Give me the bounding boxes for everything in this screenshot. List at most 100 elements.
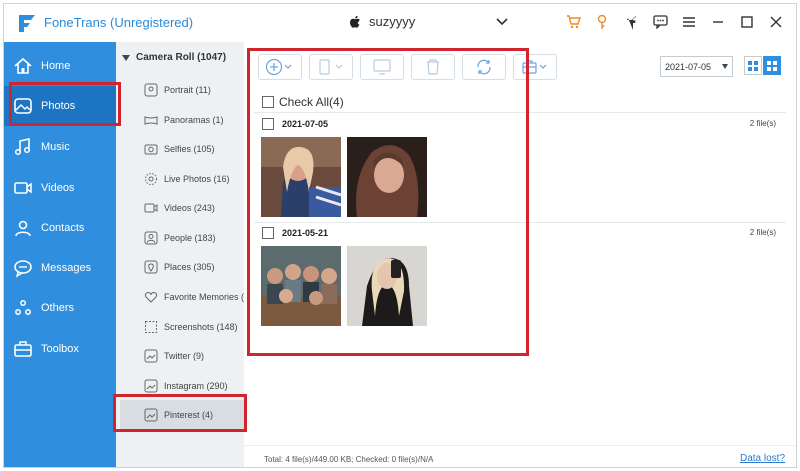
main-sidebar: Home Photos Music Videos Contacts Messag… [4, 42, 116, 467]
chat-icon[interactable] [652, 13, 668, 31]
album-item-places[interactable]: Places (305) [120, 252, 244, 281]
album-item-screenshots[interactable]: Screenshots (148) [120, 312, 244, 341]
album-photo-icon [144, 349, 158, 362]
menu-icon[interactable] [681, 13, 697, 31]
group-checkbox[interactable] [262, 118, 274, 130]
export-to-pc-button[interactable] [360, 54, 404, 80]
date-filter-select[interactable]: 2021-07-05 [660, 56, 733, 77]
grid-large-icon [767, 60, 777, 71]
album-group-header[interactable]: Camera Roll (1047) [122, 52, 226, 63]
album-item-live-photos[interactable]: Live Photos (16) [120, 164, 244, 193]
album-label: Videos (243) [164, 202, 215, 213]
window-controls [565, 13, 784, 31]
add-icon [265, 58, 292, 76]
minimize-icon[interactable] [710, 13, 726, 31]
group-date: 2021-05-21 [282, 228, 329, 238]
check-all-checkbox[interactable] [262, 96, 274, 108]
nav-item-home[interactable]: Home [4, 46, 116, 86]
album-item-twitter[interactable]: Twitter (9) [120, 341, 244, 370]
data-lost-link[interactable]: Data lost? [740, 453, 785, 464]
nav-item-music[interactable]: Music [4, 127, 116, 167]
large-grid-view-button[interactable] [763, 56, 781, 75]
places-icon [144, 260, 158, 273]
refresh-icon [477, 59, 491, 75]
photo-image [261, 137, 341, 217]
export-pc-icon [373, 59, 391, 75]
album-label: People (183) [164, 232, 216, 243]
chevron-down-icon[interactable] [496, 17, 508, 27]
photo-thumbnail[interactable] [261, 137, 341, 217]
grid-small-icon [748, 60, 758, 71]
nav-item-contacts[interactable]: Contacts [4, 208, 116, 248]
group-checkbox[interactable] [262, 227, 274, 239]
nav-item-toolbox[interactable]: Toolbox [4, 329, 116, 369]
toolbox-icon [14, 341, 32, 357]
nav-item-photos[interactable]: Photos [4, 86, 116, 126]
trash-icon [427, 59, 439, 75]
messages-icon [14, 260, 32, 278]
action-toolbar [258, 54, 557, 80]
nav-label: Home [41, 60, 71, 72]
photo-thumbnail[interactable] [347, 137, 427, 217]
album-photo-icon [144, 379, 158, 392]
album-label: Selfies (105) [164, 143, 215, 154]
maximize-icon[interactable] [739, 13, 755, 31]
home-icon [14, 57, 32, 74]
photos-icon [14, 98, 32, 114]
contacts-icon [15, 220, 31, 237]
date-filter-value: 2021-07-05 [665, 61, 712, 72]
divider [254, 222, 786, 223]
device-name: suzyyyy [369, 14, 416, 29]
nav-item-messages[interactable]: Messages [4, 248, 116, 288]
status-text: Total: 4 file(s)/449.00 KB; Checked: 0 f… [264, 455, 434, 464]
panorama-icon [144, 115, 158, 125]
status-divider [244, 445, 796, 446]
group-file-count: 2 file(s) [749, 119, 776, 128]
heart-icon [144, 291, 158, 303]
album-item-favorite-memories[interactable]: Favorite Memories (... [120, 282, 252, 311]
export-to-device-button[interactable] [309, 54, 353, 80]
album-item-selfies[interactable]: Selfies (105) [120, 134, 244, 163]
album-item-videos[interactable]: Videos (243) [120, 193, 244, 222]
album-item-portrait[interactable]: Portrait (11) [120, 75, 244, 104]
album-item-people[interactable]: People (183) [120, 223, 244, 252]
check-all[interactable]: Check All(4) [262, 95, 344, 109]
album-list: Camera Roll (1047) Portrait (11) Panoram… [116, 42, 252, 467]
toolbox-button[interactable] [513, 54, 557, 80]
device-selector[interactable]: suzyyyy [349, 14, 415, 29]
nav-label: Messages [41, 262, 92, 274]
nav-item-others[interactable]: Others [4, 288, 116, 328]
delete-button[interactable] [411, 54, 455, 80]
nav-item-videos[interactable]: Videos [4, 168, 116, 208]
key-icon[interactable] [594, 13, 610, 31]
album-label: Live Photos (16) [164, 173, 230, 184]
cart-icon[interactable] [565, 13, 581, 31]
photo-thumbnail[interactable] [347, 246, 427, 326]
album-item-pinterest[interactable]: Pinterest (4) [120, 400, 244, 429]
photo-thumbnail[interactable] [261, 246, 341, 326]
nav-label: Others [41, 302, 75, 314]
close-icon[interactable] [768, 13, 784, 31]
album-item-instagram[interactable]: Instagram (290) [120, 371, 244, 400]
album-label: Places (305) [164, 261, 215, 272]
nav-label: Videos [41, 182, 75, 194]
add-button[interactable] [258, 54, 302, 80]
fonetrans-logo-icon [19, 15, 35, 32]
app-window: FoneTrans (Unregistered) suzyyyy Home Ph… [3, 3, 797, 468]
refresh-button[interactable] [462, 54, 506, 80]
grid-view-button[interactable] [744, 56, 762, 75]
album-label: Instagram (290) [164, 380, 228, 391]
album-label: Pinterest (4) [164, 409, 214, 420]
nav-label: Toolbox [41, 343, 79, 355]
divider [254, 112, 786, 113]
date-group-header: 2021-07-05 [262, 118, 328, 130]
title-bar: FoneTrans (Unregistered) suzyyyy [4, 4, 796, 42]
album-label: Twitter (9) [164, 350, 205, 361]
live-photo-icon [145, 172, 157, 185]
facebook-icon[interactable] [623, 13, 639, 31]
album-label: Panoramas (1) [164, 114, 224, 125]
group-date: 2021-07-05 [282, 119, 329, 129]
album-item-panoramas[interactable]: Panoramas (1) [120, 105, 244, 134]
collapse-triangle-icon [122, 54, 130, 61]
photo-image [347, 246, 427, 326]
